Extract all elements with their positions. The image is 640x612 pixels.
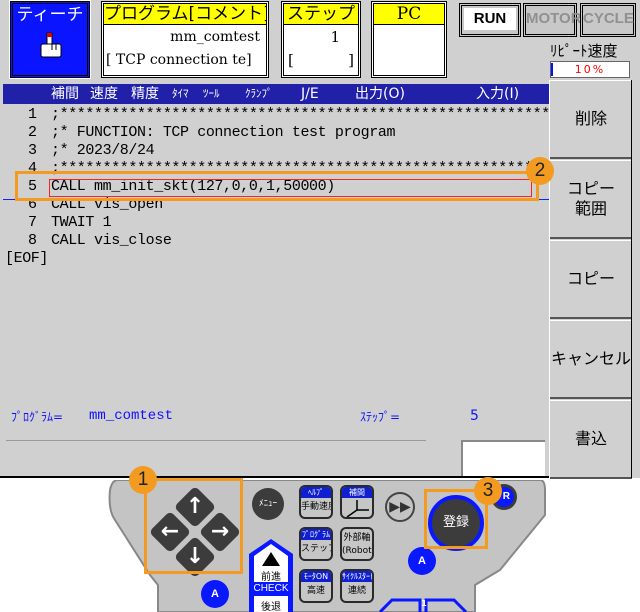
copy-button[interactable]: コピー <box>550 240 632 319</box>
line-text: ;* 2023/8/24 <box>51 142 155 159</box>
repeat-speed-bar[interactable]: 10% <box>550 61 630 78</box>
status-program-value: mm_comtest <box>89 408 174 424</box>
status-step-value: 5 <box>470 408 479 424</box>
key-top-label: ｻｲｸﾙｽﾀｰﾄ <box>342 571 374 582</box>
bracket-close: ] <box>348 51 354 69</box>
line-text: [EOF] <box>5 250 49 267</box>
step-bracket: [ ] <box>284 49 358 71</box>
hardware-keypad: ↑ ← → ↓ ﾒﾆｭｰ ﾍﾙﾌﾟ 手動速度 補間 ﾌﾟﾛｸﾞﾗﾑ ステップ 外… <box>0 466 640 612</box>
key-bottom-label: 連続 <box>347 586 366 596</box>
key-top-label: 補間 <box>342 487 372 498</box>
program-step-key[interactable]: ﾌﾟﾛｸﾞﾗﾑ ステップ <box>299 527 333 561</box>
column-header: 補間 速度 精度 ﾀｲﾏ ﾂｰﾙ ｸﾗﾝﾌﾟ J/E 出力(O) 入力(I) <box>3 84 563 104</box>
pc-box-header: PC <box>374 4 444 25</box>
cycle-start-continuous-key[interactable]: ｻｲｸﾙｽﾀｰﾄ 連続 <box>340 569 374 603</box>
annotation-box-2 <box>15 171 539 201</box>
annotation-badge-3: 3 <box>474 477 502 505</box>
program-box[interactable]: プログラム[コメント] mm_comtest [ TCP connection … <box>101 1 269 78</box>
annotation-box-1 <box>144 478 243 574</box>
input-field[interactable] <box>461 440 545 476</box>
motor-status: MOTOR <box>523 3 582 37</box>
run-label: RUN <box>464 8 516 30</box>
program-editor[interactable]: 補間 速度 精度 ﾀｲﾏ ﾂｰﾙ ｸﾗﾝﾌﾟ J/E 出力(O) 入力(I) 1… <box>3 82 602 476</box>
bracket-open: [ <box>288 51 294 69</box>
cycle-status: CYCLE <box>580 3 636 37</box>
line-number: 1 <box>27 106 37 123</box>
line-text: ;* FUNCTION: TCP connection test program <box>51 124 396 141</box>
code-line[interactable]: 2 ;* FUNCTION: TCP connection test progra… <box>3 124 549 142</box>
write-button[interactable]: 書込 <box>550 400 632 479</box>
delete-button[interactable]: 削除 <box>550 80 632 159</box>
eof-line: [EOF] <box>3 250 549 268</box>
external-axis-key[interactable]: 外部軸 (Robot) <box>340 527 374 561</box>
col-clamp: ｸﾗﾝﾌﾟ <box>245 87 273 100</box>
key-top-label: ﾍﾙﾌﾟ <box>301 487 331 498</box>
back-label: 後退 <box>261 602 281 612</box>
key-top-label: ﾌﾟﾛｸﾞﾗﾑ <box>301 529 331 540</box>
run-status: RUN <box>459 3 521 37</box>
key-bottom-label: 手動速度 <box>301 502 331 512</box>
help-speed-key[interactable]: ﾍﾙﾌﾟ 手動速度 <box>299 485 333 519</box>
line-text: TWAIT 1 <box>51 214 112 231</box>
mode-label: ティーチ <box>16 5 84 25</box>
annotation-badge-2: 2 <box>526 157 554 185</box>
menu-button[interactable]: ﾒﾆｭｰ <box>252 488 284 520</box>
scrollbar[interactable] <box>631 80 640 478</box>
key-bottom-label: 高速 <box>306 586 325 596</box>
col-je: J/E <box>301 86 319 102</box>
status-step-label: ｽﾃｯﾌﾟ= <box>360 410 401 424</box>
forward-label: 前進 <box>261 572 281 583</box>
col-tool: ﾂｰﾙ <box>203 87 220 100</box>
status-divider <box>6 440 426 441</box>
line-number: 7 <box>27 214 37 231</box>
col-output: 出力(O) <box>355 86 405 102</box>
program-name: mm_comtest <box>170 29 260 45</box>
copy-range-button[interactable]: コピー 範囲 <box>550 160 632 239</box>
motor-on-high-speed-key[interactable]: ﾓｰﾀON 高速 <box>299 569 333 603</box>
line-number: 2 <box>27 124 37 141</box>
col-speed: 速度 <box>90 86 118 102</box>
code-line[interactable]: 8 CALL vis_close <box>3 232 549 250</box>
key-top-label: ﾓｰﾀON <box>301 571 331 582</box>
step-box-header: ステップ <box>284 4 358 25</box>
pc-box[interactable]: PC <box>371 1 447 78</box>
col-timer: ﾀｲﾏ <box>172 87 189 100</box>
program-comment: [ TCP connection te] <box>106 52 252 68</box>
line-text: ;***************************************… <box>51 106 602 123</box>
page-number: 1 <box>421 599 427 608</box>
repeat-speed-value: 10% <box>574 63 606 76</box>
pendant-screen: ティーチ プログラム[コメント] mm_comtest [ TCP connec… <box>0 0 640 479</box>
key-bottom-label: 外部軸 (Robot) <box>342 533 374 556</box>
fast-forward-icon[interactable]: ▶▶ <box>385 492 415 522</box>
axes-icon <box>346 500 369 517</box>
annotation-badge-1: 1 <box>129 466 157 494</box>
a-button-right[interactable]: A <box>408 547 436 575</box>
line-number: 8 <box>27 232 37 249</box>
col-accuracy: 精度 <box>131 86 159 102</box>
status-program-label: ﾌﾟﾛｸﾞﾗﾑ= <box>11 410 64 424</box>
editor-status: ﾌﾟﾛｸﾞﾗﾑ= mm_comtest ｽﾃｯﾌﾟ= 5 <box>3 408 549 428</box>
code-line[interactable]: 3 ;* 2023/8/24 <box>3 142 549 160</box>
a-button-left[interactable]: A <box>201 580 229 608</box>
hand-pointer-icon <box>40 32 62 58</box>
col-interp: 補間 <box>51 86 79 102</box>
teach-mode-indicator[interactable]: ティーチ <box>9 0 91 79</box>
code-line[interactable]: 7 TWAIT 1 <box>3 214 549 232</box>
check-label: CHECK <box>253 583 289 594</box>
line-number: 3 <box>27 142 37 159</box>
interpolation-key[interactable]: 補間 <box>340 485 374 519</box>
repeat-speed-label: ﾘﾋﾟｰﾄ速度 <box>550 42 618 60</box>
program-box-header: プログラム[コメント] <box>104 4 266 25</box>
code-line[interactable]: 1 ;**************************************… <box>3 106 602 124</box>
step-value: 1 <box>330 28 340 46</box>
cancel-button[interactable]: キャンセル <box>550 320 632 399</box>
key-bottom-label: ステップ <box>301 544 331 554</box>
line-text: CALL vis_close <box>51 232 172 249</box>
col-input: 入力(I) <box>476 86 520 102</box>
step-box[interactable]: ステップ 1 [ ] <box>281 1 361 78</box>
function-keys: 削除 コピー 範囲 コピー キャンセル 書込 <box>549 80 632 479</box>
